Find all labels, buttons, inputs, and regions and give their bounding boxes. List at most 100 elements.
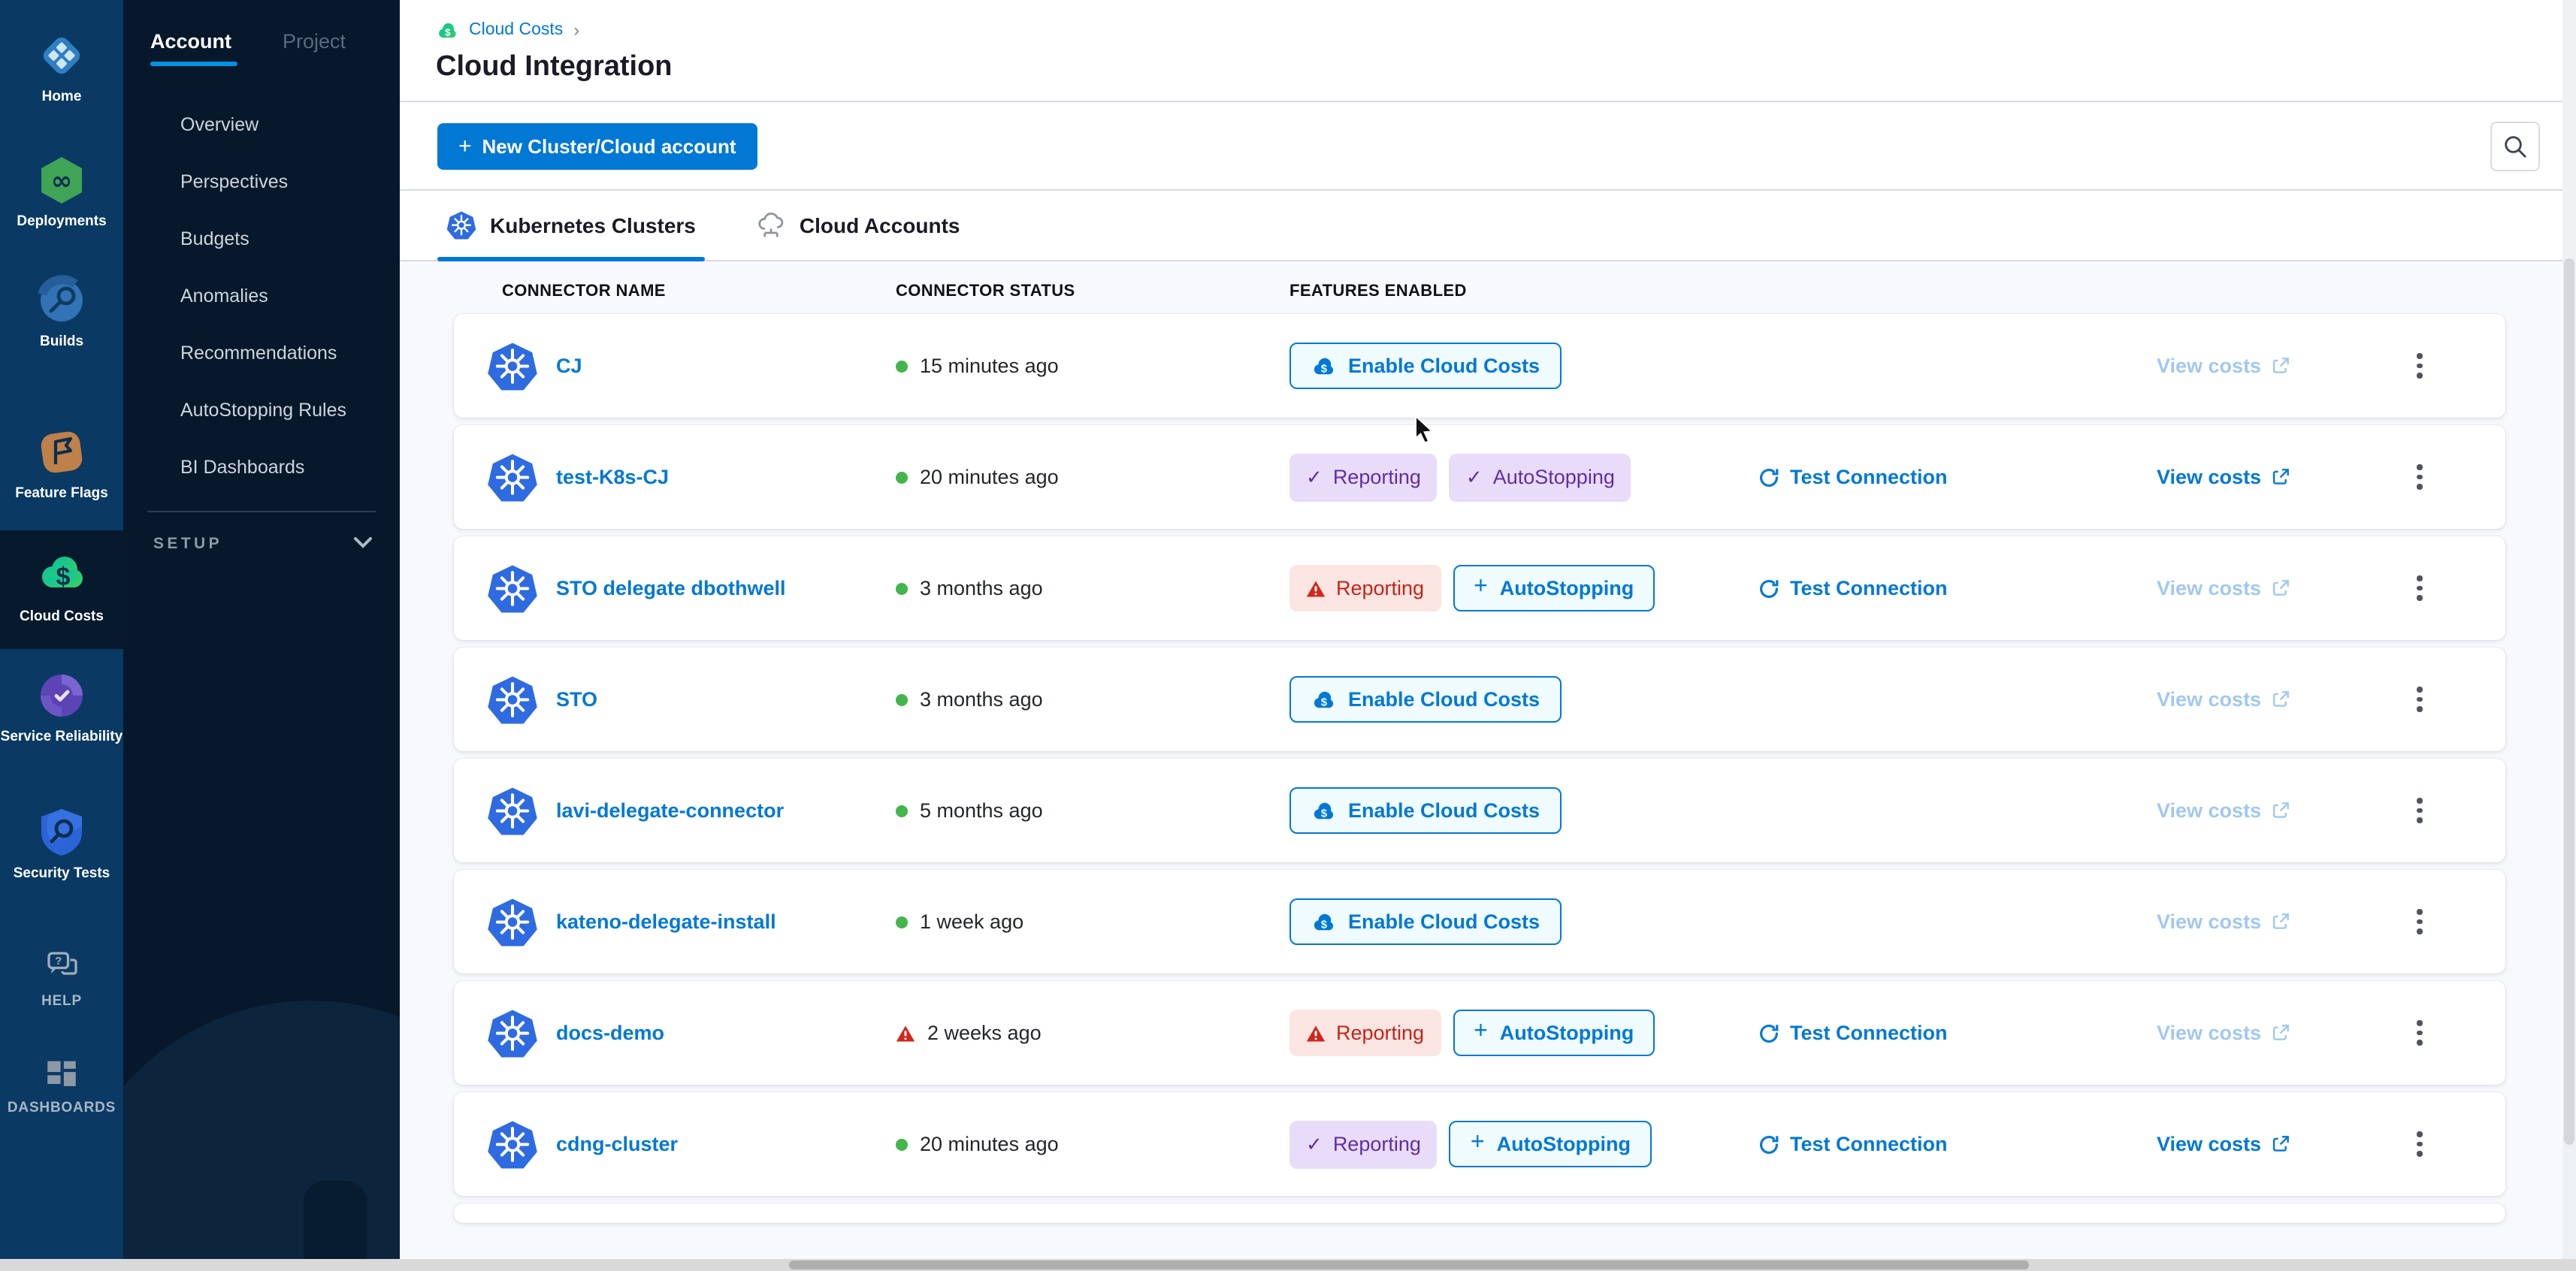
- breadcrumb: $ Cloud Costs ›: [436, 20, 2540, 41]
- tab-cloud-accounts[interactable]: Cloud Accounts: [756, 191, 960, 260]
- tab-kubernetes-clusters[interactable]: Kubernetes Clusters: [446, 191, 696, 260]
- view-costs-cell: View costs: [2157, 688, 2402, 711]
- features-cell: Reporting+AutoStopping: [1290, 565, 1758, 611]
- connector-name-link[interactable]: STO delegate dbothwell: [556, 577, 786, 599]
- view-costs-link: View costs: [2157, 688, 2290, 711]
- tab-project[interactable]: Project: [283, 30, 346, 66]
- external-link-icon: [2270, 801, 2290, 820]
- tab-label: Cloud Accounts: [800, 213, 960, 237]
- status-indicator: [896, 916, 908, 928]
- external-link-icon: [2270, 1134, 2290, 1154]
- table-header-row: CONNECTOR NAME CONNECTOR STATUS FEATURES…: [454, 282, 2505, 300]
- view-costs-cell: View costs: [2157, 1133, 2402, 1155]
- app-viewport: Home ∞ Deployments Builds Feature Flags …: [0, 0, 2576, 1271]
- sidebar-item-deployments[interactable]: ∞ Deployments: [0, 154, 123, 231]
- kebab-menu-button[interactable]: [2408, 456, 2431, 499]
- cloud-dollar-icon: $: [1311, 800, 1336, 821]
- kebab-menu-button[interactable]: [2408, 1012, 2431, 1055]
- plus-icon: +: [1471, 1134, 1485, 1154]
- refresh-icon: [1758, 578, 1779, 599]
- table-row: CJ 15 minutes ago $Enable Cloud Costs Vi…: [454, 314, 2505, 418]
- connector-name-link[interactable]: kateno-delegate-install: [556, 910, 776, 933]
- sidebar-item-security-tests[interactable]: Security Tests: [0, 806, 123, 883]
- kebab-menu-button[interactable]: [2408, 789, 2431, 832]
- sidebar-item-home[interactable]: Home: [0, 29, 123, 106]
- sidebar-item-autostopping-rules[interactable]: AutoStopping Rules: [123, 382, 400, 439]
- refresh-icon: [1758, 466, 1779, 488]
- test-connection-cell: Test Connection: [1758, 466, 2157, 488]
- sidebar-item-help[interactable]: ? HELP: [0, 946, 123, 1010]
- connector-name-link[interactable]: CJ: [556, 355, 582, 377]
- test-connection-link[interactable]: Test Connection: [1758, 466, 1948, 488]
- feature-flags-icon: [35, 425, 89, 479]
- horizontal-scrollbar-thumb[interactable]: [789, 1260, 2029, 1269]
- test-connection-link[interactable]: Test Connection: [1758, 1133, 1948, 1155]
- sidebar-item-anomalies[interactable]: Anomalies: [123, 267, 400, 325]
- tab-account[interactable]: Account: [150, 30, 231, 66]
- features-cell: $Enable Cloud Costs: [1290, 898, 1758, 945]
- connector-status-text: 2 weeks ago: [927, 1022, 1042, 1044]
- kebab-menu-button[interactable]: [2408, 345, 2431, 388]
- breadcrumb-link-cloud-costs[interactable]: Cloud Costs: [469, 21, 563, 39]
- add-autostopping-button[interactable]: +AutoStopping: [1450, 1121, 1652, 1167]
- horizontal-scrollbar[interactable]: [0, 1259, 2576, 1271]
- enable-cloud-costs-button[interactable]: $Enable Cloud Costs: [1290, 787, 1561, 834]
- connector-name-link[interactable]: test-K8s-CJ: [556, 466, 669, 488]
- features-cell: $Enable Cloud Costs: [1290, 343, 1758, 389]
- kubernetes-icon: [446, 210, 476, 240]
- add-autostopping-button[interactable]: +AutoStopping: [1453, 565, 1655, 611]
- new-cluster-cloud-account-button[interactable]: + New Cluster/Cloud account: [437, 122, 757, 169]
- connector-status-text: 3 months ago: [920, 688, 1043, 711]
- features-cell: Reporting+AutoStopping: [1290, 1010, 1758, 1056]
- add-autostopping-button[interactable]: +AutoStopping: [1453, 1010, 1655, 1056]
- test-connection-link[interactable]: Test Connection: [1758, 577, 1948, 599]
- enable-cloud-costs-button[interactable]: $Enable Cloud Costs: [1290, 676, 1561, 723]
- feature-badge-enabled: ✓Reporting: [1290, 453, 1438, 501]
- module-nav-rail: Home ∞ Deployments Builds Feature Flags …: [0, 0, 123, 1271]
- connector-name-link[interactable]: STO: [556, 688, 597, 711]
- connector-name-link[interactable]: docs-demo: [556, 1022, 664, 1044]
- sidebar-item-budgets[interactable]: Budgets: [123, 210, 400, 267]
- view-costs-link[interactable]: View costs: [2157, 466, 2290, 488]
- connector-name-link[interactable]: lavi-delegate-connector: [556, 799, 784, 822]
- rail-label: Security Tests: [14, 866, 110, 883]
- test-connection-link[interactable]: Test Connection: [1758, 1022, 1948, 1044]
- kebab-menu-button[interactable]: [2408, 1123, 2431, 1166]
- connector-status-text: 20 minutes ago: [920, 1133, 1059, 1155]
- setup-section-toggle[interactable]: SETUP: [123, 512, 400, 575]
- kebab-menu-button[interactable]: [2408, 567, 2431, 610]
- rail-label: Builds: [40, 334, 83, 351]
- search-button[interactable]: [2490, 121, 2540, 171]
- connector-status-cell: 2 weeks ago: [896, 1022, 1290, 1044]
- sidebar-item-bi-dashboards[interactable]: BI Dashboards: [123, 439, 400, 496]
- enable-cloud-costs-button[interactable]: $Enable Cloud Costs: [1290, 898, 1561, 945]
- sidebar-item-service-reliability[interactable]: Service Reliability: [0, 669, 123, 746]
- sidebar-item-builds[interactable]: Builds: [0, 273, 123, 351]
- connector-name-link[interactable]: cdng-cluster: [556, 1133, 678, 1155]
- enable-cloud-costs-button[interactable]: $Enable Cloud Costs: [1290, 343, 1561, 389]
- sidebar-item-feature-flags[interactable]: Feature Flags: [0, 425, 123, 503]
- sidebar-item-perspectives[interactable]: Perspectives: [123, 153, 400, 210]
- kebab-menu-button[interactable]: [2408, 901, 2431, 943]
- sidebar-item-overview[interactable]: Overview: [123, 96, 400, 153]
- vertical-scrollbar[interactable]: [2562, 0, 2576, 1259]
- sidebar-item-recommendations[interactable]: Recommendations: [123, 325, 400, 382]
- plus-icon: +: [1474, 578, 1488, 598]
- svg-text:∞: ∞: [51, 167, 72, 197]
- view-costs-link[interactable]: View costs: [2157, 1133, 2290, 1155]
- view-costs-link: View costs: [2157, 799, 2290, 822]
- rail-label: Feature Flags: [15, 485, 108, 503]
- kebab-menu-button[interactable]: [2408, 678, 2431, 721]
- connector-status-cell: 5 months ago: [896, 799, 1290, 822]
- view-costs-link: View costs: [2157, 1022, 2290, 1044]
- check-icon: ✓: [1466, 465, 1483, 489]
- vertical-scrollbar-thumb[interactable]: [2564, 258, 2574, 1145]
- view-costs-link: View costs: [2157, 355, 2290, 377]
- status-indicator: [896, 582, 908, 594]
- sidebar-item-cloud-costs[interactable]: $ Cloud Costs: [0, 530, 123, 649]
- features-cell: $Enable Cloud Costs: [1290, 676, 1758, 723]
- test-connection-cell: Test Connection: [1758, 1022, 2157, 1044]
- sidebar-item-dashboards[interactable]: DASHBOARDS: [0, 1055, 123, 1117]
- table-row: cdng-cluster 20 minutes ago ✓Reporting+A…: [454, 1092, 2505, 1196]
- connector-status-text: 1 week ago: [920, 910, 1023, 933]
